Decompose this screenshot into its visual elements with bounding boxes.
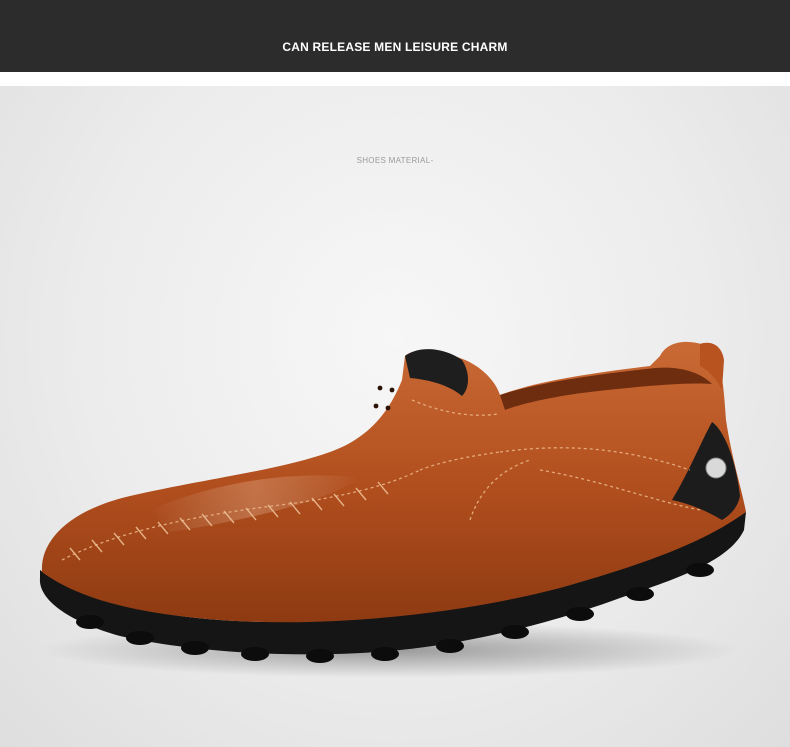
heel-logo-icon <box>705 457 727 479</box>
product-stage: SHOES MATERIAL- <box>0 86 790 747</box>
header-banner: CAN RELEASE MEN LEISURE CHARM <box>0 0 790 72</box>
shoe-image <box>39 341 746 678</box>
banner-title: CAN RELEASE MEN LEISURE CHARM <box>282 40 508 54</box>
